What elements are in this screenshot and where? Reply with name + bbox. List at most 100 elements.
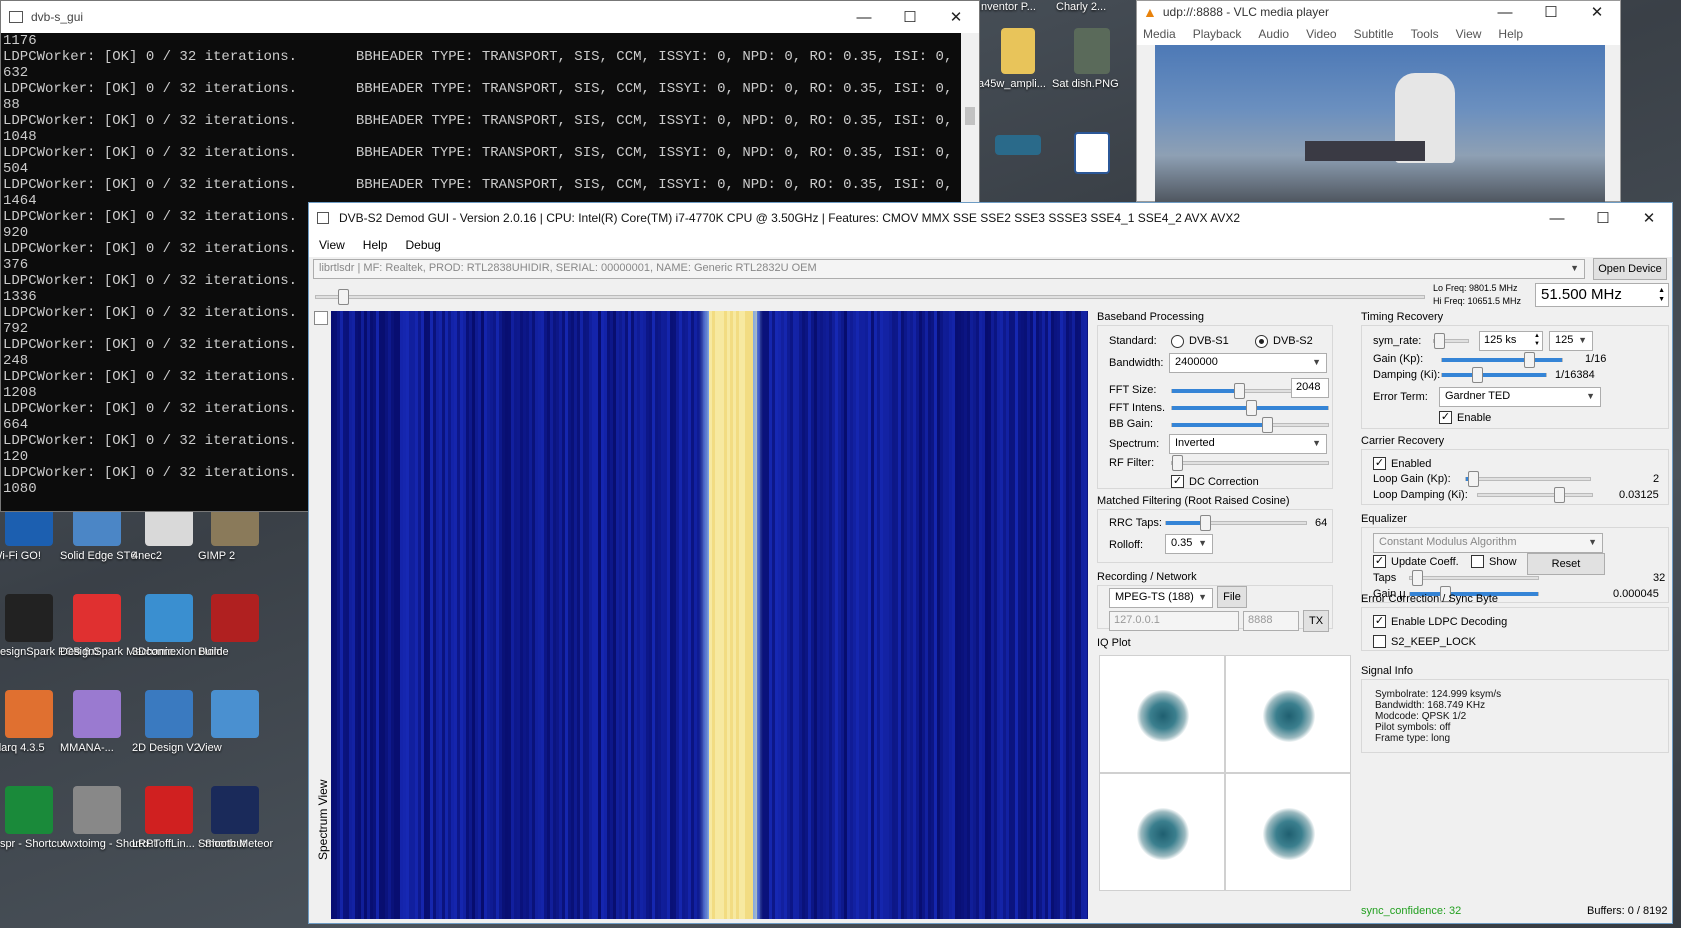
sym-rate-field[interactable]: 125 ks ▲ ▼ bbox=[1479, 331, 1543, 351]
console-titlebar[interactable]: dvb-s_gui — ☐ ✕ bbox=[1, 1, 979, 33]
vlc-video-output[interactable] bbox=[1155, 45, 1605, 203]
timing-damping-slider[interactable] bbox=[1441, 373, 1547, 377]
menu-view[interactable]: View bbox=[319, 238, 345, 252]
desktop-icon[interactable]: Smooth Meteor bbox=[198, 786, 272, 837]
ip-address-field[interactable]: 127.0.0.1 bbox=[1109, 611, 1239, 631]
desktop-icon[interactable]: 2D Design V2 bbox=[132, 690, 206, 741]
desktop-icon[interactable]: DesignSpark PCB 6.0 bbox=[0, 594, 66, 645]
frequency-slider[interactable] bbox=[315, 295, 1425, 299]
spin-arrows-icon[interactable]: ▲ ▼ bbox=[1534, 332, 1540, 348]
minimize-icon[interactable]: — bbox=[1534, 203, 1580, 233]
menu-debug[interactable]: Debug bbox=[405, 238, 440, 252]
taps-slider[interactable] bbox=[1409, 576, 1539, 580]
frequency-slider-knob[interactable] bbox=[338, 289, 349, 305]
desktop-icon[interactable]: MMANA-... bbox=[60, 690, 134, 741]
desktop-icon[interactable]: Build bbox=[198, 594, 272, 645]
equalizer-algorithm-select[interactable]: Constant Modulus Algorithm ▼ bbox=[1373, 533, 1603, 553]
error-term-select[interactable]: Gardner TED ▼ bbox=[1439, 387, 1601, 407]
maximize-icon[interactable]: ☐ bbox=[887, 1, 933, 33]
sym-rate-select[interactable]: 125 ▼ bbox=[1549, 331, 1593, 351]
3dconnexion-icon bbox=[145, 594, 193, 642]
desktop-icon-zip[interactable]: a45w_ampli... bbox=[978, 28, 1058, 77]
vlc-menu-playback[interactable]: Playback bbox=[1193, 27, 1242, 41]
slider-knob[interactable] bbox=[1234, 383, 1245, 399]
desktop-icon-rfs[interactable] bbox=[1052, 132, 1132, 177]
vlc-titlebar[interactable]: ▲ udp://:8888 - VLC media player — ☐ ✕ bbox=[1137, 1, 1620, 23]
desktop-icon[interactable]: wspr - Shortcut bbox=[0, 786, 66, 837]
minimize-icon[interactable]: — bbox=[1482, 1, 1528, 23]
loop-gain-slider[interactable] bbox=[1465, 477, 1591, 481]
port-field[interactable]: 8888 bbox=[1243, 611, 1299, 631]
keep-lock-checkbox[interactable] bbox=[1373, 635, 1386, 648]
sym-rate-slider[interactable] bbox=[1433, 339, 1469, 343]
minimize-icon[interactable]: — bbox=[841, 1, 887, 33]
desktop-icon[interactable]: DesignSpark Mechanic... bbox=[60, 594, 134, 645]
tx-button[interactable]: TX bbox=[1303, 610, 1329, 632]
carrier-enabled-label: Enabled bbox=[1391, 458, 1431, 470]
vlc-menu-subtitle[interactable]: Subtitle bbox=[1354, 27, 1394, 41]
slider-knob[interactable] bbox=[1434, 333, 1445, 349]
dvbs2-demod-window[interactable]: DVB-S2 Demod GUI - Version 2.0.16 | CPU:… bbox=[308, 202, 1673, 924]
slider-knob[interactable] bbox=[1468, 471, 1479, 487]
vlc-window[interactable]: ▲ udp://:8888 - VLC media player — ☐ ✕ M… bbox=[1136, 0, 1621, 202]
spin-arrows-icon[interactable]: ▲ ▼ bbox=[1658, 286, 1665, 304]
scrollbar-thumb[interactable] bbox=[965, 107, 975, 125]
dc-correction-checkbox[interactable]: ✓ bbox=[1171, 475, 1184, 488]
slider-knob[interactable] bbox=[1412, 570, 1423, 586]
slider-knob[interactable] bbox=[1524, 352, 1535, 368]
dvbs2-radio[interactable] bbox=[1255, 335, 1268, 348]
screenshot-icon[interactable] bbox=[314, 311, 328, 325]
desktop-icon[interactable]: View bbox=[198, 690, 272, 741]
desktop-icon[interactable]: 3Dconnexion Home bbox=[132, 594, 206, 645]
open-device-button[interactable]: Open Device bbox=[1593, 258, 1667, 280]
desktop-icon[interactable]: xwxtoimg - Shortcut bbox=[60, 786, 134, 837]
loop-damping-slider[interactable] bbox=[1477, 493, 1593, 497]
equalizer-reset-button[interactable]: Reset bbox=[1527, 553, 1605, 575]
vlc-menu-help[interactable]: Help bbox=[1498, 27, 1523, 41]
desktop-icon-satdish[interactable]: Sat dish.PNG bbox=[1052, 28, 1132, 77]
fft-intensity-slider[interactable] bbox=[1171, 406, 1329, 410]
spectrum-mode-select[interactable]: Inverted ▼ bbox=[1169, 434, 1327, 454]
rf-filter-slider[interactable] bbox=[1171, 461, 1329, 465]
maximize-icon[interactable]: ☐ bbox=[1580, 203, 1626, 233]
chevron-down-icon: ▼ bbox=[1198, 538, 1207, 548]
fft-size-field[interactable]: 2048 bbox=[1291, 378, 1329, 398]
show-checkbox[interactable] bbox=[1471, 555, 1484, 568]
vlc-menu-media[interactable]: Media bbox=[1143, 27, 1176, 41]
bb-gain-slider[interactable] bbox=[1171, 423, 1329, 427]
vlc-menu-view[interactable]: View bbox=[1456, 27, 1482, 41]
close-icon[interactable]: ✕ bbox=[1574, 1, 1620, 23]
close-icon[interactable]: ✕ bbox=[933, 1, 979, 33]
rolloff-select[interactable]: 0.35 ▼ bbox=[1165, 534, 1213, 554]
slider-knob[interactable] bbox=[1246, 400, 1257, 416]
desktop-icon[interactable]: LRPToffLin... - Shortcut bbox=[132, 786, 206, 837]
timing-gain-slider[interactable] bbox=[1441, 358, 1563, 362]
slider-knob[interactable] bbox=[1172, 455, 1183, 471]
ldpc-checkbox[interactable]: ✓ bbox=[1373, 615, 1386, 628]
dvbs1-radio[interactable] bbox=[1171, 335, 1184, 348]
slider-knob[interactable] bbox=[1554, 487, 1565, 503]
gui-titlebar[interactable]: DVB-S2 Demod GUI - Version 2.0.16 | CPU:… bbox=[309, 203, 1672, 233]
vlc-menu-audio[interactable]: Audio bbox=[1258, 27, 1289, 41]
spectrum-waterfall[interactable] bbox=[331, 311, 1088, 919]
carrier-enabled-checkbox[interactable]: ✓ bbox=[1373, 457, 1386, 470]
slider-knob[interactable] bbox=[1200, 515, 1211, 531]
slider-knob[interactable] bbox=[1472, 367, 1483, 383]
desktop-icon-eshail[interactable] bbox=[978, 135, 1058, 177]
bandwidth-select[interactable]: 2400000 ▼ bbox=[1169, 353, 1327, 373]
rrc-taps-slider[interactable] bbox=[1165, 521, 1307, 525]
update-coeff-checkbox[interactable]: ✓ bbox=[1373, 555, 1386, 568]
vlc-menu-tools[interactable]: Tools bbox=[1411, 27, 1439, 41]
device-select[interactable]: librtlsdr | MF: Realtek, PROD: RTL2838UH… bbox=[313, 259, 1585, 279]
maximize-icon[interactable]: ☐ bbox=[1528, 1, 1574, 23]
timing-enable-checkbox[interactable]: ✓ bbox=[1439, 411, 1452, 424]
vlc-menu-video[interactable]: Video bbox=[1306, 27, 1336, 41]
close-icon[interactable]: ✕ bbox=[1626, 203, 1672, 233]
slider-knob[interactable] bbox=[1262, 417, 1273, 433]
file-button[interactable]: File bbox=[1217, 586, 1247, 608]
desktop-icon[interactable]: Flarq 4.3.5 bbox=[0, 690, 66, 741]
menu-help[interactable]: Help bbox=[363, 238, 388, 252]
frequency-spinbox[interactable]: 51.500 MHz ▲ ▼ bbox=[1535, 283, 1669, 307]
recording-format-select[interactable]: MPEG-TS (188) ▼ bbox=[1109, 588, 1213, 608]
fft-size-slider[interactable] bbox=[1171, 389, 1293, 393]
